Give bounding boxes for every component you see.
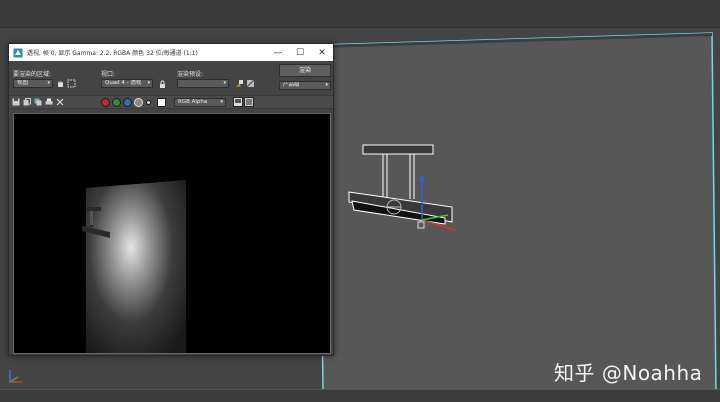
clear-icon[interactable] [56,98,64,106]
copy-icon[interactable] [23,98,31,106]
chevron-down-icon: ▾ [47,80,50,86]
axis-tripod-icon [9,370,22,383]
frame-toolbar: RGB Alpha ▾ [9,95,333,109]
chevron-down-icon: ▾ [223,80,226,86]
minimize-button[interactable]: — [267,44,289,61]
region-icon[interactable] [67,79,76,88]
area-dropdown[interactable]: 视图 ▾ [13,79,53,88]
preset-label: 渲染预设: [177,71,204,78]
chevron-down-icon: ▾ [325,82,328,88]
viewport-label: 视口: [101,71,116,78]
print-icon[interactable] [45,98,53,106]
green-channel-button[interactable] [112,98,121,107]
environment-icon[interactable] [246,79,255,88]
area-label: 要渲染的区域: [13,71,52,78]
watermark: 知乎 @Noahha [554,361,703,385]
render-output [13,113,331,354]
chevron-down-icon: ▾ [220,99,223,105]
product-dropdown[interactable]: 产品级 ▾ [279,81,331,90]
display-toggle-icon[interactable] [233,97,243,107]
save-icon[interactable] [12,98,20,106]
window-title: 透视, 帧 0, 显示 Gamma: 2.2, RGBA 颜色 32 位/每通道… [27,50,198,57]
render-setup-icon[interactable] [235,79,244,88]
alpha-channel-button[interactable] [134,98,143,107]
maximize-button[interactable]: ☐ [289,44,311,61]
title-bar[interactable]: 透视, 帧 0, 显示 Gamma: 2.2, RGBA 颜色 32 位/每通道… [9,44,333,61]
blue-channel-button[interactable] [123,98,132,107]
color-swatch[interactable] [157,98,166,107]
app-icon [13,48,23,57]
rendered-image [14,114,330,353]
preset-dropdown[interactable]: ▾ [177,79,229,88]
viewport-dropdown[interactable]: Quad 4 - 透视 ▾ [101,79,153,88]
render-settings-panel: 要渲染的区域: 视图 ▾ 视口: Quad 4 - 透视 ▾ 渲染预设: ▾ 渲染 … [9,61,333,94]
red-channel-button[interactable] [101,98,110,107]
close-button[interactable]: ✕ [311,44,333,61]
channel-dropdown[interactable]: RGB Alpha ▾ [174,98,226,107]
history-icon[interactable] [244,97,254,107]
rendered-frame-window[interactable]: 透视, 帧 0, 显示 Gamma: 2.2, RGBA 颜色 32 位/每通道… [8,43,334,356]
lock-icon[interactable] [158,80,167,89]
chevron-down-icon: ▾ [147,80,150,86]
clone-icon[interactable] [34,98,42,106]
lit-wall [86,180,186,353]
render-button[interactable]: 渲染 [279,64,331,77]
status-strip [0,389,720,402]
mono-button[interactable] [146,100,151,105]
hand-icon[interactable] [56,79,65,88]
